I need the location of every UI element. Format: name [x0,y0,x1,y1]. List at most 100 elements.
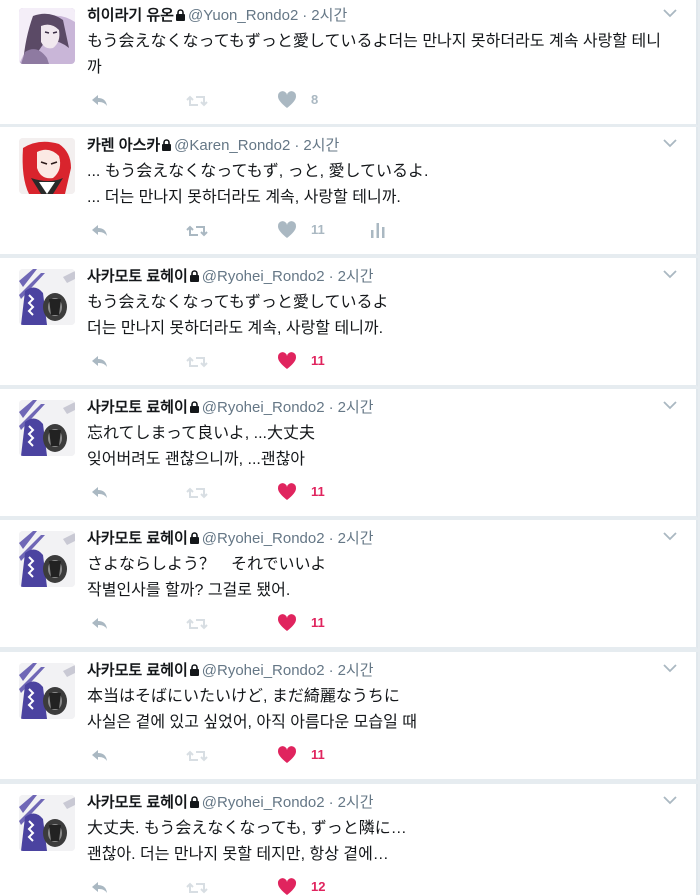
timestamp[interactable]: 2시간 [338,399,374,416]
avatar[interactable] [19,795,75,851]
retweet-icon[interactable] [186,746,208,766]
timestamp[interactable]: 2시간 [303,137,339,154]
handle[interactable]: @Karen_Rondo2 [174,137,290,154]
like-count: 11 [311,222,325,237]
timestamp[interactable]: 2시간 [338,662,374,679]
separator-dot: · [328,268,334,285]
lock-icon [175,9,185,21]
tweet-actions: 11 [87,481,507,501]
tweet-actions: 12 [87,876,507,895]
separator-dot: · [294,137,300,154]
retweet-icon[interactable] [186,91,208,111]
chevron-down-icon[interactable] [662,268,678,280]
chevron-down-icon[interactable] [662,530,678,542]
like-icon[interactable] [277,90,297,110]
retweet-icon[interactable] [186,483,208,503]
lock-icon [189,270,199,282]
like-icon[interactable] [277,220,297,240]
chevron-down-icon[interactable] [662,662,678,674]
reply-icon[interactable] [90,352,110,372]
reply-icon[interactable] [90,878,110,895]
avatar[interactable] [19,8,75,64]
timeline: 히이라기 유온 @Yuon_Rondo2 · 2시간 もう会えなくなってもずっと愛して… [0,0,700,895]
tweet-text: 忘れてしまって良いよ, ...大丈夫 잊어버려도 괜찮으니까, ...괜찮아 [87,425,315,468]
handle[interactable]: @Ryohei_Rondo2 [202,530,325,547]
display-name[interactable]: 사카모토 료헤이 [87,662,188,679]
tweet-item[interactable]: 사카모토 료헤이 @Ryohei_Rondo2 · 2시간 さよならしよう？ それでい… [0,520,698,649]
retweet-icon[interactable] [186,614,208,634]
like-icon[interactable] [277,877,297,895]
avatar[interactable] [19,663,75,719]
tweet-text: 大丈夫. もう会えなくなっても, ずっと隣に… 괜찮아. 더는 만나지 못할 테… [87,820,407,863]
tweet-header: 사카모토 료헤이 @Ryohei_Rondo2 · 2시간 [87,793,656,813]
retweet-icon[interactable] [186,221,208,241]
like-icon[interactable] [277,613,297,633]
reply-icon[interactable] [90,483,110,503]
display-name[interactable]: 사카모토 료헤이 [87,399,188,416]
tweet-actions: 11 [87,744,507,764]
display-name[interactable]: 사카모토 료헤이 [87,530,188,547]
retweet-icon[interactable] [186,878,208,895]
lock-icon [189,532,199,544]
display-name[interactable]: 카렌 아스카 [87,137,160,154]
lock-icon [162,139,172,151]
retweet-icon[interactable] [186,352,208,372]
avatar[interactable] [19,269,75,325]
timestamp[interactable]: 2시간 [338,530,374,547]
separator-dot: · [302,7,308,24]
handle[interactable]: @Ryohei_Rondo2 [202,794,325,811]
handle[interactable]: @Ryohei_Rondo2 [202,662,325,679]
analytics-icon[interactable] [370,220,386,240]
tweet-header: 카렌 아스카 @Karen_Rondo2 · 2시간 [87,136,656,156]
reply-icon[interactable] [90,746,110,766]
lock-icon [189,664,199,676]
timestamp[interactable]: 2시간 [338,794,374,811]
avatar[interactable] [19,531,75,587]
timestamp[interactable]: 2시간 [311,7,347,24]
like-count: 11 [311,353,325,368]
handle[interactable]: @Yuon_Rondo2 [188,7,298,24]
like-count: 11 [311,615,325,630]
avatar[interactable] [19,400,75,456]
display-name[interactable]: 사카모토 료헤이 [87,794,188,811]
like-icon[interactable] [277,745,297,765]
tweet-text: ... もう会えなくなってもず, っと, 愛しているよ. ... 더는 만나지 … [87,163,429,206]
like-count: 11 [311,484,325,499]
tweet-item[interactable]: 사카모토 료헤이 @Ryohei_Rondo2 · 2시간 忘れてしまって良いよ, .… [0,389,698,518]
display-name[interactable]: 사카모토 료헤이 [87,268,188,285]
chevron-down-icon[interactable] [662,399,678,411]
chevron-down-icon[interactable] [662,794,678,806]
tweet-item[interactable]: 사카모토 료헤이 @Ryohei_Rondo2 · 2시간 本当はそばにいたいけど, … [0,652,698,781]
tweet-header: 사카모토 료헤이 @Ryohei_Rondo2 · 2시간 [87,398,656,418]
tweet-text: さよならしよう？ それでいいよ 작별인사를 할까? 그걸로 됐어. [87,556,327,599]
tweet-actions: 8 [87,89,507,109]
separator-dot: · [328,662,334,679]
tweet-item[interactable]: 사카모토 료헤이 @Ryohei_Rondo2 · 2시간 大丈夫. もう会えなくなっ… [0,784,698,895]
separator-dot: · [328,794,334,811]
separator-dot: · [328,399,334,416]
reply-icon[interactable] [90,91,110,111]
reply-icon[interactable] [90,221,110,241]
display-name[interactable]: 히이라기 유온 [87,7,174,24]
lock-icon [189,796,199,808]
tweet-item[interactable]: 카렌 아스카 @Karen_Rondo2 · 2시간 ... もう会えなくなってもず,… [0,127,698,256]
reply-icon[interactable] [90,614,110,634]
handle[interactable]: @Ryohei_Rondo2 [202,268,325,285]
tweet-header: 사카모토 료헤이 @Ryohei_Rondo2 · 2시간 [87,661,656,681]
tweet-actions: 11 [87,350,507,370]
like-icon[interactable] [277,351,297,371]
tweet-text: 本当はそばにいたいけど, まだ綺麗なうちに 사실은 곁에 있고 싶었어, 아직 … [87,688,417,731]
tweet-text: もう会えなくなってもずっと愛しているよ 더는 만나지 못하더라도 계속, 사랑할… [87,294,389,337]
like-icon[interactable] [277,482,297,502]
chevron-down-icon[interactable] [662,137,678,149]
tweet-header: 사카모토 료헤이 @Ryohei_Rondo2 · 2시간 [87,529,656,549]
like-count: 11 [311,747,325,762]
tweet-header: 사카모토 료헤이 @Ryohei_Rondo2 · 2시간 [87,267,656,287]
avatar[interactable] [19,138,75,194]
timestamp[interactable]: 2시간 [338,268,374,285]
handle[interactable]: @Ryohei_Rondo2 [202,399,325,416]
tweet-item[interactable]: 사카모토 료헤이 @Ryohei_Rondo2 · 2시간 もう会えなくなってもずっと… [0,258,698,387]
tweet-header: 히이라기 유온 @Yuon_Rondo2 · 2시간 [87,6,656,26]
chevron-down-icon[interactable] [662,7,678,19]
tweet-item[interactable]: 히이라기 유온 @Yuon_Rondo2 · 2시간 もう会えなくなってもずっと愛して… [0,0,698,126]
